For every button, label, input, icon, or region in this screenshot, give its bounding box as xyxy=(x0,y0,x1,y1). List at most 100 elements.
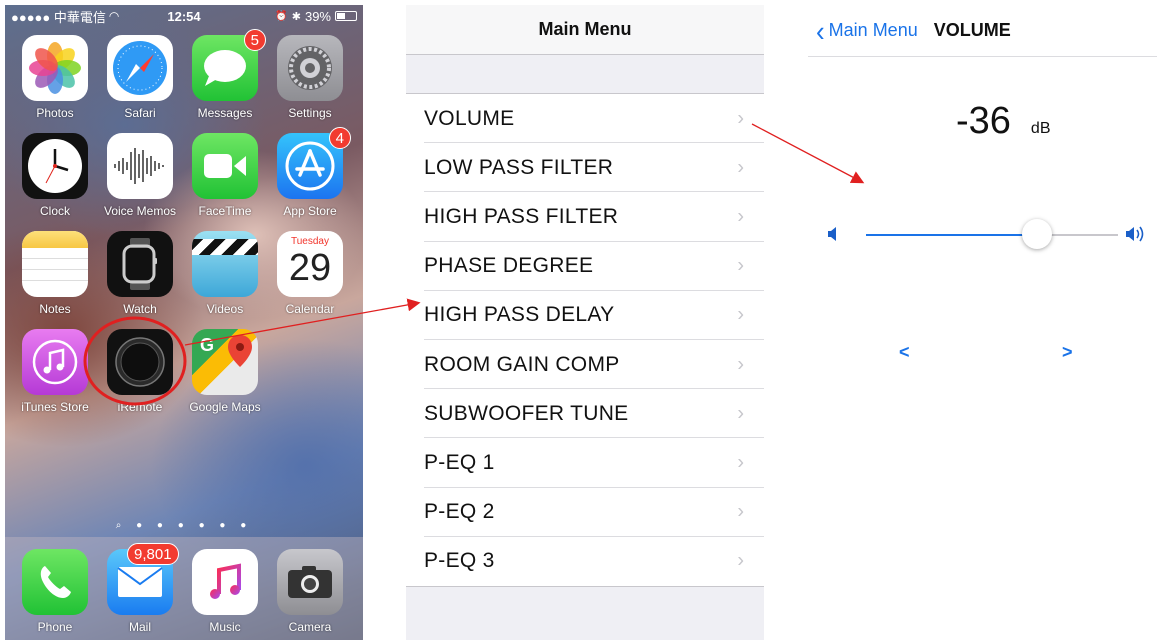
menu-item-label: ROOM GAIN COMP xyxy=(424,352,620,376)
app-label: Photos xyxy=(36,106,74,120)
app-label: Messages xyxy=(197,106,253,120)
chevron-right-icon: › xyxy=(737,303,744,326)
menu-item-label: P-EQ 3 xyxy=(424,549,495,573)
menu-item-p-eq-2[interactable]: P-EQ 2 › xyxy=(406,488,764,537)
app-label: Calendar xyxy=(285,302,335,316)
menu-item-label: VOLUME xyxy=(424,106,515,130)
chevron-right-icon: › xyxy=(737,402,744,425)
app-label: Settings xyxy=(288,106,332,120)
status-bar: ●●●●● 中華電信 ◠ 12:54 ⏰ ✱ 39% xyxy=(5,5,363,27)
menu-item-high-pass-filter[interactable]: HIGH PASS FILTER › xyxy=(406,192,764,242)
app-label: iRemote xyxy=(117,400,163,414)
decrement-button[interactable]: < xyxy=(899,342,910,363)
calendar-weekday: Tuesday xyxy=(291,236,329,247)
chevron-left-icon: ‹ xyxy=(816,14,825,47)
app-notes[interactable]: Notes xyxy=(22,231,88,319)
videos-icon xyxy=(192,231,258,297)
app-videos[interactable]: Videos xyxy=(192,231,258,319)
status-time: 12:54 xyxy=(167,8,201,24)
app-phone[interactable]: Phone xyxy=(22,549,88,637)
menu-item-room-gain-comp[interactable]: ROOM GAIN COMP › xyxy=(406,340,764,390)
back-button-label: Main Menu xyxy=(828,20,918,40)
menu-item-volume[interactable]: VOLUME › xyxy=(406,94,764,144)
menu-item-low-pass-filter[interactable]: LOW PASS FILTER › xyxy=(406,143,764,193)
app-settings[interactable]: Settings xyxy=(277,35,343,123)
page-indicator[interactable]: ⌕ ● ● ● ● ● ● xyxy=(5,520,363,531)
app-mail[interactable]: 9,801 Mail xyxy=(107,543,179,637)
app-messages[interactable]: 5 Messages xyxy=(192,29,266,123)
menu-item-label: HIGH PASS FILTER xyxy=(424,204,619,228)
dock: Phone 9,801 Mail Music Camera xyxy=(5,537,363,640)
music-icon xyxy=(192,549,258,615)
notification-badge: 5 xyxy=(243,29,266,51)
volume-readout: -36 dB xyxy=(956,100,1051,143)
menu-item-label: SUBWOOFER TUNE xyxy=(424,401,629,425)
page-title: Main Menu xyxy=(538,19,632,39)
volume-slider[interactable] xyxy=(826,219,1146,249)
menu-item-label: PHASE DEGREE xyxy=(424,254,594,278)
menu-item-high-pass-delay[interactable]: HIGH PASS DELAY › xyxy=(406,291,764,341)
calendar-icon: Tuesday 29 xyxy=(277,231,343,297)
increment-button[interactable]: > xyxy=(1062,342,1073,363)
menu-item-label: HIGH PASS DELAY xyxy=(424,303,615,327)
notification-badge: 9,801 xyxy=(127,543,179,565)
menu-list: VOLUME › LOW PASS FILTER › HIGH PASS FILTE… xyxy=(406,93,764,587)
app-voice-memos[interactable]: Voice Memos xyxy=(104,133,176,221)
menu-item-p-eq-3[interactable]: P-EQ 3 › xyxy=(406,537,764,586)
app-app-store[interactable]: 4 App Store xyxy=(277,127,351,221)
page-title: VOLUME xyxy=(933,20,1011,40)
app-label: Voice Memos xyxy=(103,204,177,218)
chevron-right-icon: › xyxy=(737,549,744,572)
menu-item-phase-degree[interactable]: PHASE DEGREE › xyxy=(406,242,764,291)
app-label: App Store xyxy=(283,204,337,218)
app-label: Watch xyxy=(123,302,157,316)
app-label: FaceTime xyxy=(198,204,252,218)
volume-value: -36 xyxy=(956,100,1011,142)
chevron-right-icon: › xyxy=(737,353,744,376)
settings-icon xyxy=(277,35,343,101)
app-label: Google Maps xyxy=(189,400,261,414)
chevron-right-icon: › xyxy=(737,500,744,523)
volume-screen: ‹ Main Menu VOLUME -36 dB < > xyxy=(808,5,1157,640)
svg-text:G: G xyxy=(200,335,214,355)
battery-icon xyxy=(335,11,357,21)
app-label: Notes xyxy=(39,302,71,316)
app-photos[interactable]: Photos xyxy=(22,35,88,123)
watch-icon xyxy=(107,231,173,297)
app-camera[interactable]: Camera xyxy=(277,549,343,637)
menu-item-subwoofer-tune[interactable]: SUBWOOFER TUNE › xyxy=(406,389,764,439)
app-itunes-store[interactable]: iTunes Store xyxy=(21,329,89,417)
chevron-right-icon: › xyxy=(737,205,744,228)
slider-track-filled xyxy=(866,234,1038,236)
navigation-bar: ‹ Main Menu VOLUME xyxy=(808,5,1157,57)
battery-fill xyxy=(337,13,345,19)
app-facetime[interactable]: FaceTime xyxy=(192,133,258,221)
app-calendar[interactable]: Tuesday 29 Calendar xyxy=(277,231,343,319)
menu-item-label: P-EQ 1 xyxy=(424,450,495,474)
main-menu-screen: Main Menu VOLUME › LOW PASS FILTER › HIGH … xyxy=(406,5,764,640)
app-clock[interactable]: Clock xyxy=(22,133,88,221)
notes-icon xyxy=(22,231,88,297)
speaker-high-icon xyxy=(1126,225,1146,248)
voice-memos-icon xyxy=(107,133,173,199)
app-watch[interactable]: Watch xyxy=(107,231,173,319)
itunes-store-icon xyxy=(22,329,88,395)
slider-thumb[interactable] xyxy=(1022,219,1053,249)
chevron-right-icon: › xyxy=(737,451,744,474)
menu-item-p-eq-1[interactable]: P-EQ 1 › xyxy=(406,438,764,488)
app-label: Camera xyxy=(288,620,332,634)
app-label: Safari xyxy=(124,106,156,120)
back-button[interactable]: ‹ Main Menu xyxy=(816,14,918,47)
app-google-maps[interactable]: G Google Maps xyxy=(189,329,261,417)
app-label: Mail xyxy=(128,620,151,634)
phone-icon xyxy=(22,549,88,615)
app-safari[interactable]: Safari xyxy=(107,35,173,123)
app-iremote[interactable]: iRemote xyxy=(107,329,173,417)
notification-badge: 4 xyxy=(328,127,351,149)
calendar-day: 29 xyxy=(288,247,332,289)
app-label: Videos xyxy=(206,302,244,316)
chevron-right-icon: › xyxy=(737,156,744,179)
app-music[interactable]: Music xyxy=(192,549,258,637)
safari-icon xyxy=(107,35,173,101)
menu-item-label: LOW PASS FILTER xyxy=(424,155,614,179)
